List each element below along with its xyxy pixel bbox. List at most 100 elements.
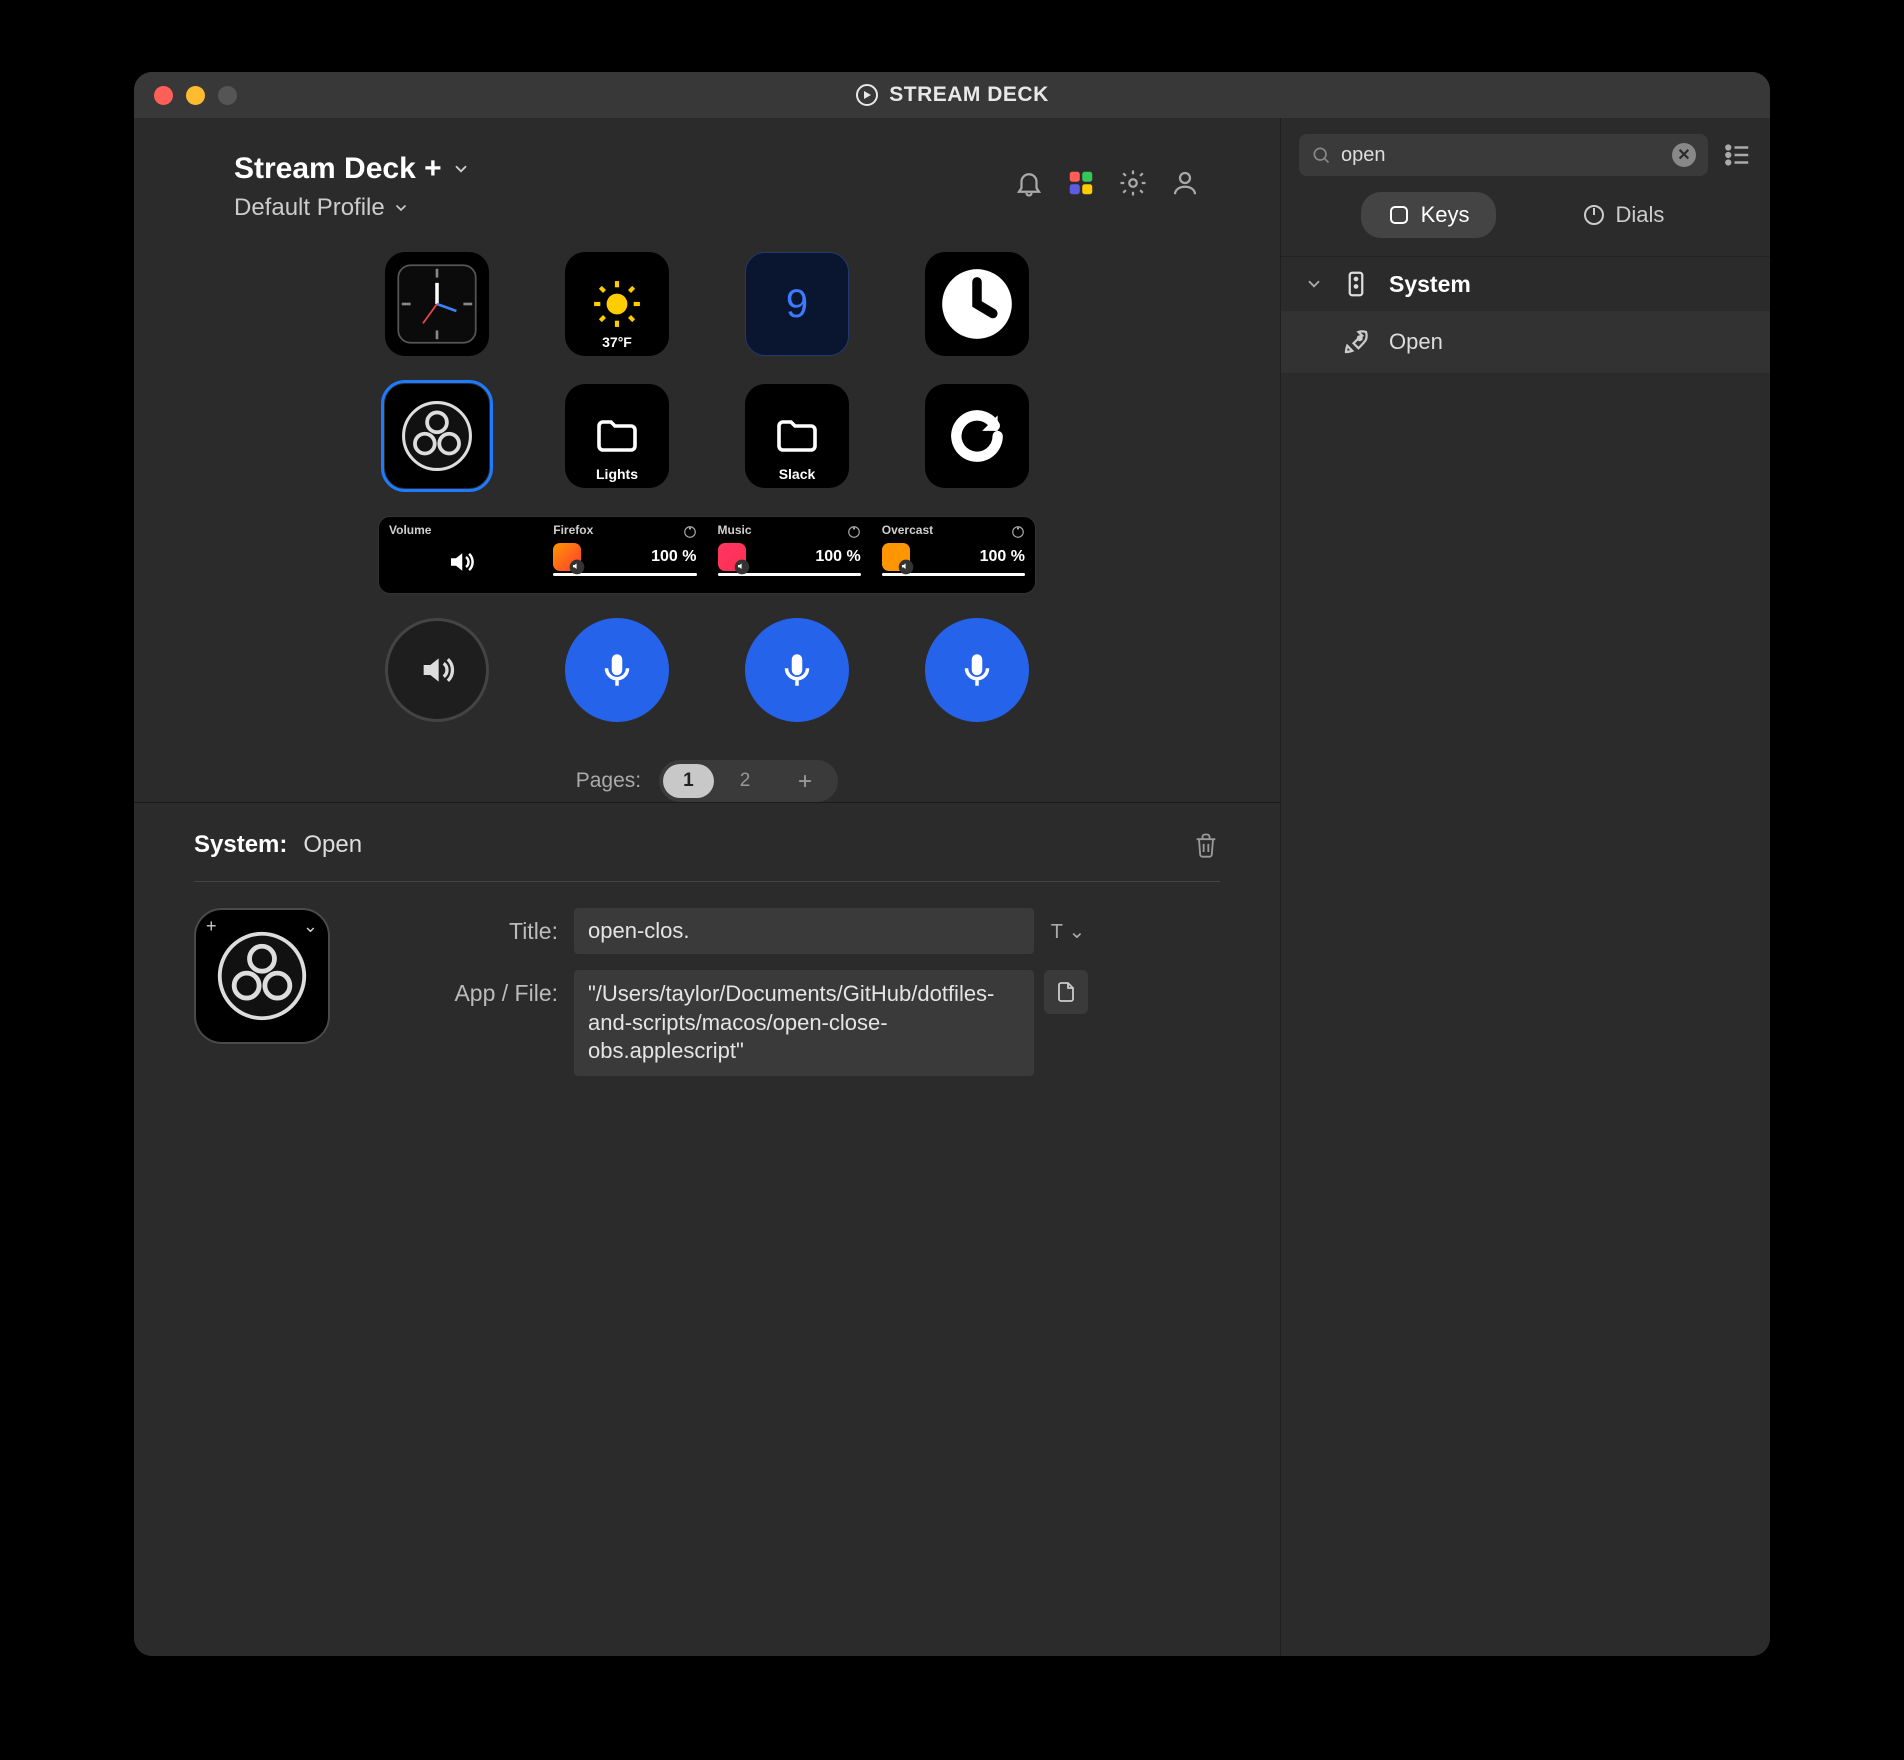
- delete-button[interactable]: [1192, 831, 1220, 859]
- touch-title: Volume: [389, 523, 532, 537]
- music-app-icon: [718, 543, 746, 571]
- actions-tab-bar: Keys Dials: [1281, 186, 1770, 256]
- file-field[interactable]: "/Users/taylor/Documents/GitHub/dotfiles…: [574, 970, 1034, 1076]
- touch-seg-music[interactable]: Music 100 %: [707, 517, 871, 593]
- browse-file-button[interactable]: [1044, 970, 1088, 1014]
- file-field-label: App / File:: [360, 970, 574, 1007]
- device-selector[interactable]: Stream Deck +: [234, 152, 1014, 186]
- key-number-value: 9: [786, 282, 808, 327]
- dial-icon: [1582, 203, 1606, 227]
- title-field-label: Title:: [360, 918, 574, 945]
- add-page-button[interactable]: [776, 766, 834, 796]
- knob-icon: [1011, 525, 1025, 539]
- search-icon: [1311, 145, 1331, 165]
- list-view-toggle[interactable]: [1722, 140, 1752, 170]
- plus-icon: +: [206, 916, 217, 937]
- traffic-lights: [154, 86, 237, 105]
- key-grid: 37°F 9: [134, 232, 1280, 802]
- obs-icon: [214, 928, 310, 1024]
- action-item-open[interactable]: Open: [1281, 311, 1770, 373]
- key-weather[interactable]: 37°F: [565, 252, 669, 356]
- pager: Pages: 1 2: [576, 760, 839, 802]
- key-reload[interactable]: [925, 384, 1029, 488]
- touch-title: Music: [718, 523, 861, 537]
- key-number[interactable]: 9: [745, 252, 849, 356]
- tab-dials[interactable]: Dials: [1556, 192, 1691, 238]
- window-title: STREAM DECK: [855, 83, 1049, 107]
- account-icon[interactable]: [1170, 168, 1200, 198]
- dial-mic-3[interactable]: [925, 618, 1029, 722]
- action-group-system[interactable]: System: [1281, 256, 1770, 311]
- window-zoom-button[interactable]: [218, 86, 237, 105]
- knob-icon: [847, 525, 861, 539]
- folder-icon: [593, 412, 641, 460]
- title-style-button[interactable]: T ⌄: [1044, 911, 1092, 951]
- key-folder-lights[interactable]: Lights: [565, 384, 669, 488]
- group-name: System: [1389, 271, 1471, 298]
- key-clock-analog[interactable]: [385, 252, 489, 356]
- store-icon[interactable]: [1066, 168, 1096, 198]
- clock-icon: [939, 266, 1015, 342]
- touch-value: 100 %: [651, 548, 696, 566]
- window-close-button[interactable]: [154, 86, 173, 105]
- touch-seg-firefox[interactable]: Firefox 100 %: [542, 517, 706, 593]
- device-name: Stream Deck +: [234, 152, 442, 186]
- plus-icon: [796, 772, 814, 790]
- search-input[interactable]: [1331, 144, 1672, 167]
- window-title-text: STREAM DECK: [889, 83, 1049, 107]
- folder-icon: [773, 412, 821, 460]
- tab-label: Dials: [1616, 202, 1665, 228]
- touch-strip[interactable]: Volume Firefox 100 %: [378, 516, 1036, 594]
- microphone-icon: [776, 649, 818, 691]
- key-icon: [1387, 203, 1411, 227]
- touch-seg-overcast[interactable]: Overcast 100 %: [871, 517, 1035, 593]
- chevron-down-icon: [452, 160, 470, 178]
- rocket-icon: [1341, 327, 1371, 357]
- dial-volume[interactable]: [385, 618, 489, 722]
- key-label: Slack: [779, 466, 816, 482]
- obs-icon: [399, 398, 475, 474]
- key-folder-slack[interactable]: Slack: [745, 384, 849, 488]
- system-icon: [1341, 269, 1371, 299]
- touch-seg-volume[interactable]: Volume: [379, 517, 542, 593]
- key-icon-editor[interactable]: + ⌄: [194, 908, 330, 1044]
- pager-label: Pages:: [576, 769, 641, 793]
- app-window: STREAM DECK Stream Deck + Default Profil…: [134, 72, 1770, 1656]
- action-name: Open: [1389, 329, 1443, 355]
- sun-icon: [592, 279, 642, 329]
- profile-name: Default Profile: [234, 194, 385, 222]
- touch-value: 100 %: [980, 548, 1025, 566]
- dial-row: [385, 618, 1029, 722]
- reload-icon: [946, 405, 1008, 467]
- dial-mic-2[interactable]: [745, 618, 849, 722]
- deck-header: Stream Deck + Default Profile: [134, 118, 1280, 232]
- page-2-button[interactable]: 2: [720, 764, 771, 798]
- profile-selector[interactable]: Default Profile: [234, 194, 1014, 222]
- title-field[interactable]: [574, 908, 1034, 954]
- knob-icon: [683, 525, 697, 539]
- clear-search-button[interactable]: ✕: [1672, 143, 1696, 167]
- page-1-button[interactable]: 1: [663, 764, 714, 798]
- chevron-down-icon: ⌄: [303, 916, 318, 937]
- settings-gear-icon[interactable]: [1118, 168, 1148, 198]
- chevron-down-icon: [393, 200, 409, 216]
- inspector-panel: System: Open + ⌄: [134, 802, 1280, 1656]
- analog-clock-icon: [393, 260, 481, 348]
- microphone-icon: [596, 649, 638, 691]
- search-box[interactable]: ✕: [1299, 134, 1708, 176]
- tab-keys[interactable]: Keys: [1361, 192, 1496, 238]
- notifications-icon[interactable]: [1014, 168, 1044, 198]
- touch-value: 100 %: [815, 548, 860, 566]
- window-minimize-button[interactable]: [186, 86, 205, 105]
- action-list: System Open: [1281, 256, 1770, 373]
- touch-title: Overcast: [882, 523, 1025, 537]
- elgato-logo-icon: [855, 83, 879, 107]
- actions-panel: ✕ Keys Dials System: [1280, 118, 1770, 1656]
- key-obs[interactable]: [385, 384, 489, 488]
- key-clock-white[interactable]: [925, 252, 1029, 356]
- weather-temp: 37°F: [602, 334, 632, 350]
- dial-mic-1[interactable]: [565, 618, 669, 722]
- overcast-app-icon: [882, 543, 910, 571]
- inspector-action-name: Open: [303, 831, 362, 859]
- file-icon: [1054, 980, 1078, 1004]
